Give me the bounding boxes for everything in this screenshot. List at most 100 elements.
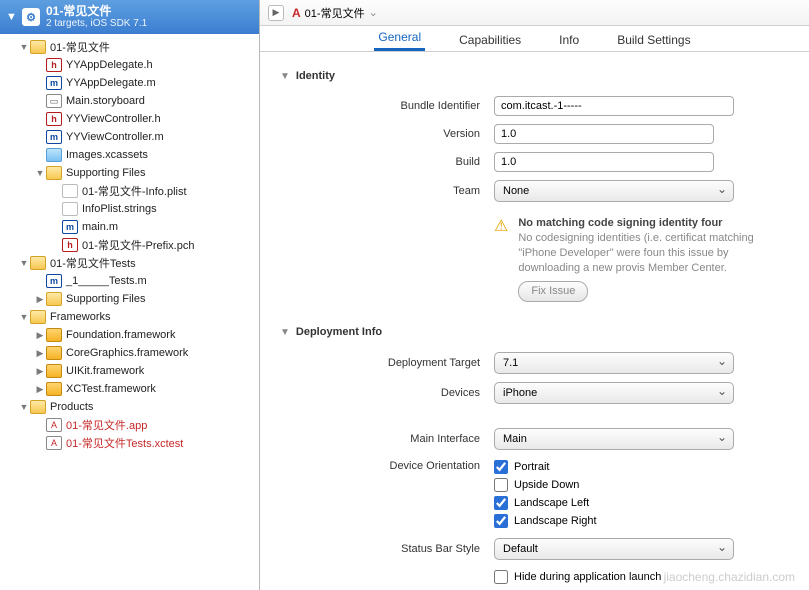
tree-row[interactable]: ▶ Foundation.framework bbox=[0, 326, 259, 344]
disclosure-triangle-icon[interactable]: ▼ bbox=[34, 168, 46, 178]
bundle-id-field[interactable] bbox=[494, 96, 734, 116]
tree-row[interactable]: ▶ UIKit.framework bbox=[0, 362, 259, 380]
app-icon: A bbox=[46, 418, 62, 432]
history-back-button[interactable]: ▶ bbox=[268, 5, 284, 21]
deployment-target-select[interactable]: 7.1 bbox=[494, 352, 734, 374]
folder-icon bbox=[46, 292, 62, 306]
disclosure-triangle-icon[interactable]: ▼ bbox=[280, 71, 290, 82]
h-icon: h bbox=[62, 238, 78, 252]
tree-label: Images.xcassets bbox=[66, 149, 148, 161]
folder-icon bbox=[30, 400, 46, 414]
tree-label: main.m bbox=[82, 221, 118, 233]
tab-build-settings[interactable]: Build Settings bbox=[613, 29, 694, 51]
orientation-upside-down[interactable]: Upside Down bbox=[494, 476, 789, 494]
tree-row[interactable]: ▼01-常见文件Tests bbox=[0, 254, 259, 272]
orientation-landscape-right[interactable]: Landscape Right bbox=[494, 512, 789, 530]
build-field[interactable] bbox=[494, 152, 714, 172]
build-label: Build bbox=[280, 156, 480, 168]
disclosure-triangle-icon[interactable]: ▼ bbox=[280, 327, 290, 338]
team-select[interactable]: None bbox=[494, 180, 734, 202]
tree-row[interactable]: ▶ Supporting Files bbox=[0, 290, 259, 308]
tree-row[interactable]: A01-常见文件Tests.xctest bbox=[0, 434, 259, 452]
settings-scroll[interactable]: ▼ Identity Bundle Identifier Version Bui… bbox=[260, 52, 809, 590]
version-label: Version bbox=[280, 128, 480, 140]
tree-label: _1_____Tests.m bbox=[66, 275, 147, 287]
tree-row[interactable]: Images.xcassets bbox=[0, 146, 259, 164]
tab-general[interactable]: General bbox=[374, 26, 425, 51]
disclosure-triangle-icon[interactable]: ▼ bbox=[18, 402, 30, 412]
hide-status-bar-checkbox[interactable]: Hide during application launch bbox=[494, 568, 789, 586]
editor-tabs: General Capabilities Info Build Settings bbox=[260, 26, 809, 52]
fw-icon bbox=[46, 364, 62, 378]
orientation-landscape-left[interactable]: Landscape Left bbox=[494, 494, 789, 512]
project-title: 01-常见文件 bbox=[46, 4, 147, 18]
fix-issue-button[interactable]: Fix Issue bbox=[518, 281, 588, 302]
disclosure-triangle-icon[interactable]: ▶ bbox=[34, 294, 46, 305]
disclosure-triangle-icon[interactable]: ▼ bbox=[18, 258, 30, 268]
disclosure-triangle-icon[interactable]: ▶ bbox=[34, 330, 46, 341]
tree-label: 01-常见文件-Info.plist bbox=[82, 183, 187, 199]
status-bar-label: Status Bar Style bbox=[280, 543, 480, 555]
tree-row[interactable]: 01-常见文件-Info.plist bbox=[0, 182, 259, 200]
disclosure-triangle-icon[interactable]: ▼ bbox=[18, 312, 30, 322]
tree-label: YYViewController.h bbox=[66, 113, 161, 125]
tree-row[interactable]: ▼ Frameworks bbox=[0, 308, 259, 326]
m-icon: m bbox=[62, 220, 78, 234]
folder-icon bbox=[30, 40, 46, 54]
tree-label: Frameworks bbox=[50, 311, 111, 323]
disclosure-triangle-icon[interactable]: ▼ bbox=[18, 42, 30, 52]
orientation-portrait[interactable]: Portrait bbox=[494, 458, 789, 476]
tab-capabilities[interactable]: Capabilities bbox=[455, 29, 525, 51]
section-deployment[interactable]: ▼ Deployment Info bbox=[280, 326, 789, 338]
m-icon: m bbox=[46, 130, 62, 144]
tree-row[interactable]: ▼ Products bbox=[0, 398, 259, 416]
project-subtitle: 2 targets, iOS SDK 7.1 bbox=[46, 18, 147, 30]
h-icon: h bbox=[46, 112, 62, 126]
tree-row[interactable]: mYYViewController.m bbox=[0, 128, 259, 146]
disclosure-triangle-icon[interactable]: ▼ bbox=[6, 11, 16, 23]
bundle-id-label: Bundle Identifier bbox=[280, 100, 480, 112]
tree-row[interactable]: h01-常见文件-Prefix.pch bbox=[0, 236, 259, 254]
devices-select[interactable]: iPhone bbox=[494, 382, 734, 404]
main-interface-select[interactable]: Main bbox=[494, 428, 734, 450]
tree-label: Foundation.framework bbox=[66, 329, 175, 341]
tree-row[interactable]: ▶XCTest.framework bbox=[0, 380, 259, 398]
tree-row[interactable]: ▼01-常见文件 bbox=[0, 38, 259, 56]
main-interface-label: Main Interface bbox=[280, 433, 480, 445]
version-field[interactable] bbox=[494, 124, 714, 144]
signing-warning: ⚠ No matching code signing identity four… bbox=[494, 216, 789, 302]
disclosure-triangle-icon[interactable]: ▶ bbox=[34, 384, 46, 395]
tree-label: CoreGraphics.framework bbox=[66, 347, 188, 359]
breadcrumb-item[interactable]: A 01-常见文件 ⌄ bbox=[292, 5, 378, 21]
tree-row[interactable]: InfoPlist.strings bbox=[0, 200, 259, 218]
disclosure-triangle-icon[interactable]: ▶ bbox=[34, 348, 46, 359]
target-icon: A bbox=[292, 6, 301, 20]
tree-row[interactable]: A01-常见文件.app bbox=[0, 416, 259, 434]
tree-label: Supporting Files bbox=[66, 167, 146, 179]
tree-label: Products bbox=[50, 401, 93, 413]
project-header[interactable]: ▼ ⚙ 01-常见文件 2 targets, iOS SDK 7.1 bbox=[0, 0, 259, 34]
tab-info[interactable]: Info bbox=[555, 29, 583, 51]
tree-row[interactable]: m main.m bbox=[0, 218, 259, 236]
folder-icon bbox=[30, 310, 46, 324]
tree-row[interactable]: ▼ Supporting Files bbox=[0, 164, 259, 182]
tree-row[interactable]: hYYAppDelegate.h bbox=[0, 56, 259, 74]
tree-row[interactable]: m_1_____Tests.m bbox=[0, 272, 259, 290]
breadcrumb-label: 01-常见文件 bbox=[305, 5, 365, 21]
warning-icon: ⚠ bbox=[494, 216, 508, 302]
section-identity[interactable]: ▼ Identity bbox=[280, 70, 789, 82]
tree-row[interactable]: ▶ CoreGraphics.framework bbox=[0, 344, 259, 362]
tree-row[interactable]: h YYViewController.h bbox=[0, 110, 259, 128]
file-tree[interactable]: ▼01-常见文件hYYAppDelegate.hmYYAppDelegate.m… bbox=[0, 34, 259, 590]
devices-label: Devices bbox=[280, 387, 480, 399]
warning-title: No matching code signing identity four bbox=[518, 217, 722, 229]
tree-label: Supporting Files bbox=[66, 293, 146, 305]
fw-icon bbox=[46, 382, 62, 396]
tree-row[interactable]: mYYAppDelegate.m bbox=[0, 74, 259, 92]
disclosure-triangle-icon[interactable]: ▶ bbox=[34, 366, 46, 377]
status-bar-select[interactable]: Default bbox=[494, 538, 734, 560]
h-icon: h bbox=[46, 58, 62, 72]
tree-label: UIKit.framework bbox=[66, 365, 144, 377]
tree-row[interactable]: ▭Main.storyboard bbox=[0, 92, 259, 110]
img-icon bbox=[46, 148, 62, 162]
